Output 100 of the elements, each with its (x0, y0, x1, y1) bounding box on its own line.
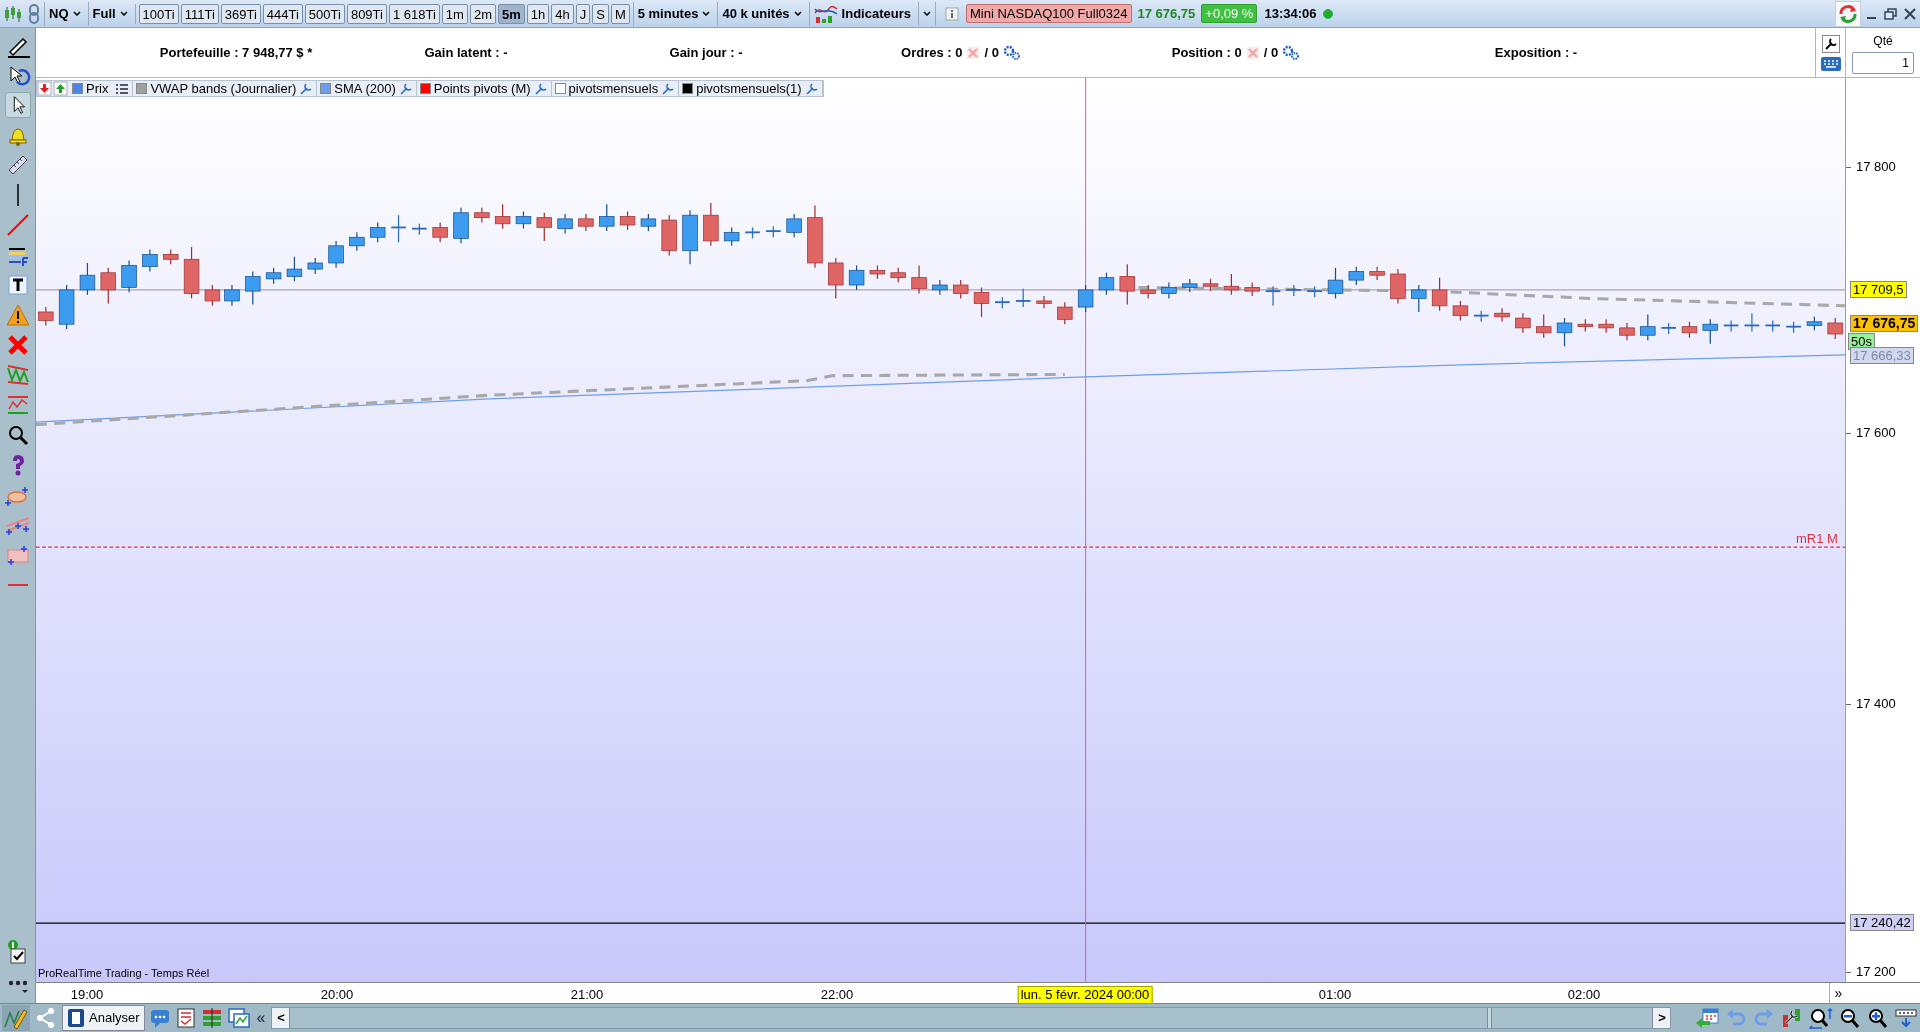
interval-button[interactable]: 5m (497, 3, 525, 24)
expand-toolbar-icon[interactable] (1894, 1007, 1918, 1029)
interval-button[interactable]: 809Ti (346, 3, 387, 24)
candle (494, 203, 511, 230)
refresh-icon[interactable] (1835, 0, 1861, 27)
interval-button[interactable]: 111Ti (180, 3, 219, 24)
caret-icon (922, 11, 931, 16)
scroll-right-button[interactable]: > (1652, 1008, 1671, 1028)
candle (953, 279, 969, 300)
candle (1640, 313, 1656, 341)
exposure-value: Exposition : - (1494, 43, 1578, 62)
panel-icon (67, 1008, 85, 1028)
candle (453, 207, 469, 244)
units-dropdown[interactable]: 40 k unités (717, 1, 806, 26)
position-total: / 0 (1263, 43, 1279, 62)
restore-icon[interactable] (1883, 5, 1899, 22)
price-tick-label: 17 400 (1856, 695, 1896, 714)
zoom-out-icon[interactable] (1838, 1007, 1862, 1029)
sort-up-icon[interactable] (53, 81, 69, 96)
interval-button[interactable]: 444Ti (262, 3, 303, 24)
interval-button[interactable]: J (575, 3, 591, 24)
candle (890, 267, 906, 284)
candlestick-icon[interactable] (2, 3, 24, 24)
candle (1431, 277, 1448, 312)
price-tick-label: 17 800 (1856, 158, 1896, 177)
wrench-icon[interactable] (1821, 34, 1840, 53)
candle (183, 246, 200, 300)
sort-down-icon[interactable] (37, 81, 53, 96)
legend-label[interactable]: pivotsmensuels (568, 81, 659, 96)
order-book-icon[interactable] (200, 1007, 223, 1029)
zoom-fit-icon[interactable] (1808, 1007, 1834, 1029)
candle (578, 213, 594, 232)
scroll-bar[interactable]: < > (271, 1007, 1672, 1029)
candle (245, 270, 261, 306)
candle (349, 231, 365, 252)
candle (38, 306, 54, 327)
report-icon[interactable] (174, 1007, 197, 1029)
interval-button[interactable]: S (592, 3, 609, 24)
interval-button[interactable]: M (610, 3, 630, 24)
candle (1244, 281, 1260, 297)
interval-button[interactable]: 4h (551, 3, 574, 24)
channel-icon[interactable] (4, 362, 31, 388)
calendar-icon[interactable] (1694, 1007, 1720, 1029)
chart-footer: ProRealTime Trading - Temps Réel (38, 965, 210, 982)
link-icon[interactable] (27, 2, 41, 25)
symbol-dropdown[interactable]: NQ (44, 1, 85, 26)
info-icon[interactable] (942, 4, 961, 23)
indicators-menu-button[interactable] (917, 1, 936, 26)
candle (370, 221, 386, 243)
interval-button[interactable]: 500Ti (304, 3, 345, 24)
interval-button[interactable]: 369Ti (220, 3, 261, 24)
quantity-field[interactable]: 1 (1852, 51, 1914, 74)
period-dropdown[interactable]: 5 minutes (632, 1, 715, 26)
legend-label[interactable]: VWAP bands (Journalier) (150, 81, 297, 96)
legend-label[interactable]: SMA (200) (334, 81, 396, 96)
analyse-button[interactable]: Analyser (62, 1005, 145, 1031)
candle (1702, 318, 1718, 345)
candle (994, 296, 1011, 309)
clock-time: 13:34:06 (1264, 4, 1317, 23)
legend-label[interactable]: Points pivots (M) (433, 81, 531, 96)
indicator-chart-icon (813, 3, 838, 24)
collapse-button[interactable]: « (254, 1006, 268, 1030)
chat-icon[interactable] (148, 1007, 171, 1029)
caret-icon (72, 11, 81, 16)
zoom-in-icon[interactable] (1866, 1007, 1890, 1029)
candle (1369, 266, 1385, 281)
interval-button[interactable]: 1m (441, 3, 468, 24)
candle (1785, 321, 1802, 334)
indicators-button[interactable]: Indicateurs (808, 1, 915, 26)
list-icon[interactable] (115, 82, 130, 95)
orders-total: / 0 (984, 43, 999, 62)
interval-button[interactable]: 1 618Ti (388, 3, 440, 24)
interval-button[interactable]: 100Ti (138, 3, 179, 24)
charts-window-icon[interactable] (226, 1007, 251, 1029)
cursor-icon[interactable] (4, 92, 31, 118)
interval-button[interactable]: 2m (469, 3, 496, 24)
close-icon[interactable] (1902, 5, 1918, 22)
last-price: 17 676,75 (1137, 4, 1196, 23)
drawing-tools-icon[interactable] (2, 1005, 30, 1031)
candle (640, 213, 657, 232)
warning-icon[interactable] (4, 302, 31, 328)
legend-label[interactable]: pivotsmensuels(1) (696, 81, 802, 96)
settings-icon[interactable] (1002, 44, 1021, 61)
instrument-label: Mini NASDAQ100 Full0324 (965, 4, 1132, 23)
candle (328, 240, 344, 269)
candle (1452, 300, 1469, 322)
settings-icon[interactable] (1282, 44, 1301, 61)
scroll-left-button[interactable]: < (272, 1008, 291, 1028)
unrealized-gain: Gain latent : - (424, 43, 508, 62)
interval-button[interactable]: 1h (526, 3, 550, 24)
candle (411, 223, 428, 236)
candle (1577, 318, 1594, 333)
mode-dropdown[interactable]: Full (87, 1, 132, 26)
candle (58, 284, 75, 330)
legend-label[interactable]: Prix (86, 81, 109, 96)
scroll-thumb[interactable] (1487, 1008, 1493, 1028)
price-marker: 17 240,42 (1850, 914, 1914, 931)
keyboard-icon[interactable] (1820, 56, 1841, 71)
daily-gain: Gain jour : - (669, 43, 743, 62)
candle (1764, 319, 1781, 333)
